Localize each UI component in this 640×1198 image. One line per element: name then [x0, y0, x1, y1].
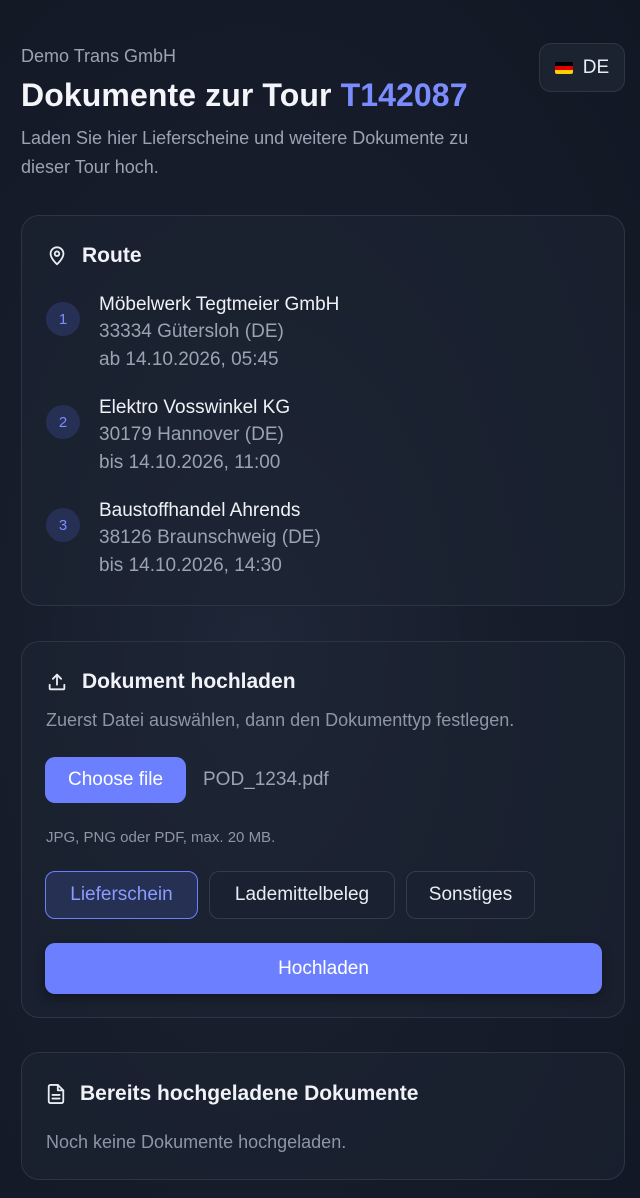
stop-number: 2 — [46, 405, 80, 439]
stop-number: 3 — [46, 508, 80, 542]
route-title-label: Route — [82, 244, 142, 267]
language-switch-button[interactable]: DE — [539, 43, 625, 92]
stop-name: Möbelwerk Tegtmeier GmbH — [99, 294, 340, 315]
doc-type-lademittelbeleg[interactable]: Lademittelbeleg — [209, 871, 395, 919]
language-label: DE — [582, 56, 610, 78]
stop-time: bis 14.10.2026, 14:30 — [99, 555, 282, 576]
page-subtitle: Laden Sie hier Lieferscheine und weitere… — [21, 128, 469, 177]
stop-time: bis 14.10.2026, 11:00 — [99, 452, 281, 473]
uploaded-title-label: Bereits hochgeladene Dokumente — [80, 1082, 419, 1105]
upload-title-label: Dokument hochladen — [82, 670, 296, 693]
upload-card: Dokument hochladen Zuerst Datei auswähle… — [21, 641, 625, 1018]
stop-name: Baustoffhandel Ahrends — [99, 500, 301, 521]
title-prefix: Dokumente zur Tour — [21, 77, 332, 113]
uploaded-empty-text: Noch keine Dokumente hochgeladen. — [46, 1132, 347, 1152]
upload-hint: Zuerst Datei auswählen, dann den Dokumen… — [46, 710, 515, 730]
stop-name: Elektro Vosswinkel KG — [99, 397, 291, 418]
page-header: Demo Trans GmbH Dokumente zur Tour T1420… — [21, 46, 521, 182]
stop-number: 1 — [46, 302, 80, 336]
company-name: Demo Trans GmbH — [21, 46, 177, 66]
route-stop-3: 3 Baustoffhandel Ahrends 38126 Braunschw… — [46, 498, 321, 580]
stop-address: 30179 Hannover (DE) — [99, 424, 284, 445]
germany-flag-icon — [554, 61, 573, 74]
document-icon — [47, 1083, 65, 1104]
stop-address: 33334 Gütersloh (DE) — [99, 321, 284, 342]
route-stop-1: 1 Möbelwerk Tegtmeier GmbH 33334 Gütersl… — [46, 292, 339, 374]
selected-file-name: POD_1234.pdf — [203, 769, 329, 790]
route-stop-2: 2 Elektro Vosswinkel KG 30179 Hannover (… — [46, 395, 290, 477]
page-title: Dokumente zur Tour T142087 — [21, 77, 521, 114]
uploaded-title: Bereits hochgeladene Dokumente — [46, 1082, 418, 1106]
doc-type-sonstiges[interactable]: Sonstiges — [406, 871, 535, 919]
map-pin-icon — [49, 246, 65, 266]
choose-file-button[interactable]: Choose file — [45, 757, 186, 803]
upload-submit-button[interactable]: Hochladen — [45, 943, 602, 994]
upload-icon — [48, 673, 66, 691]
upload-title: Dokument hochladen — [46, 670, 296, 694]
stop-address: 38126 Braunschweig (DE) — [99, 527, 321, 548]
doc-type-lieferschein[interactable]: Lieferschein — [45, 871, 198, 919]
route-card: Route 1 Möbelwerk Tegtmeier GmbH 33334 G… — [21, 215, 625, 606]
uploaded-docs-card: Bereits hochgeladene Dokumente Noch kein… — [21, 1052, 625, 1180]
file-format-hint: JPG, PNG oder PDF, max. 20 MB. — [46, 829, 276, 846]
tour-id: T142087 — [340, 77, 468, 113]
route-title: Route — [46, 244, 142, 268]
stop-time: ab 14.10.2026, 05:45 — [99, 349, 279, 370]
